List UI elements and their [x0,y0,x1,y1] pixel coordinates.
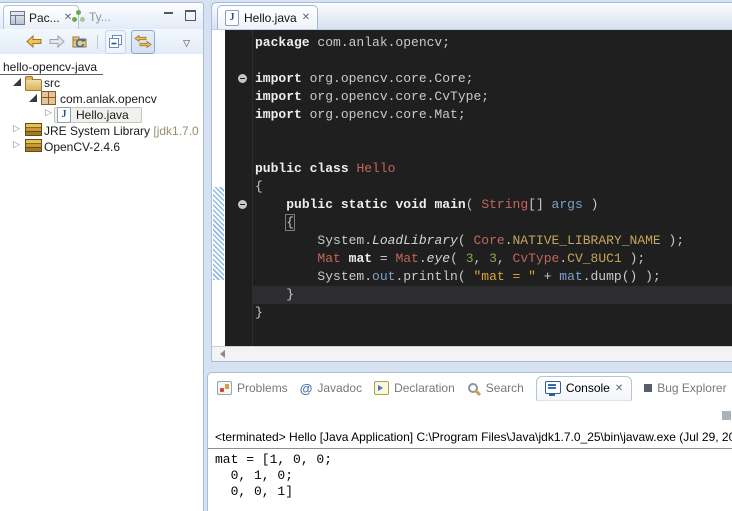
package-icon [41,91,56,105]
code-line: System.LoadLibrary( Core.NATIVE_LIBRARY_… [253,232,732,250]
console-output[interactable]: mat = [1, 0, 0; 0, 1, 0; 0, 0, 1] [215,452,332,500]
bottom-tabbar: Problems Javadoc Declaration Search Console B… [208,373,732,403]
search-icon [467,382,481,395]
toolbar-separator [97,35,98,49]
declaration-icon [374,381,389,395]
expand-closed-icon[interactable] [13,124,20,134]
code-line [253,124,732,142]
code-line: public static void main( String[] args ) [253,196,732,214]
code-line-current: } [253,286,732,304]
tab-label: Console [566,381,610,395]
tab-label: Problems [237,381,288,395]
code-line: import org.opencv.core.Core; [253,70,732,88]
range-indicator [213,187,224,280]
folder-sync-button[interactable] [71,32,90,52]
fold-collapse-icon[interactable] [238,74,247,83]
tab-declaration[interactable]: Declaration [374,381,455,395]
java-file-icon [57,107,71,123]
tab-javadoc[interactable]: Javadoc [300,381,362,396]
back-button[interactable] [25,32,43,52]
eclipse-window: Pac... Ty... [0,0,732,511]
code-line: package com.anlak.opencv; [253,34,732,52]
editor-body: package com.anlak.opencv; import org.open… [212,30,732,347]
project-tree: hello-opencv-java srccom.anlak.opencv Hell… [0,54,203,155]
code-line: { [253,178,732,196]
folding-gutter[interactable] [225,30,253,347]
tab-label: Bug Explorer [657,381,726,395]
tree-item-label: OpenCV-2.4.6 [44,140,120,154]
tree-item[interactable]: Hello.java [0,107,203,123]
console-status-line: <terminated> Hello [Java Application] C:… [215,430,732,444]
tab-label: Javadoc [317,381,362,395]
view-window-buttons [164,10,196,21]
code-line: } [253,304,732,322]
tab-problems[interactable]: Problems [217,381,288,395]
tree-item[interactable]: com.anlak.opencv [0,91,203,107]
editor-panel: Hello.java package com.anlak.opencv; impo… [211,2,732,362]
tree-item-decoration: [jdk1.7.0 [153,124,198,138]
code-line [253,142,732,160]
minimize-icon[interactable] [164,11,174,20]
view-tabbar: Pac... Ty... [0,3,203,29]
close-icon[interactable] [302,12,310,23]
javadoc-icon [300,381,313,396]
fold-collapse-icon[interactable] [238,200,247,209]
package-folder-icon [25,79,42,91]
maximize-icon[interactable] [185,10,196,21]
tab-console[interactable]: Console [536,376,632,401]
editor-tab-label: Hello.java [244,11,297,25]
code-line [253,52,732,70]
package-explorer-panel: Pac... Ty... [0,2,204,511]
scroll-left-icon[interactable] [216,350,225,358]
tree-item[interactable]: JRE System Library [jdk1.7.0 [0,123,203,139]
view-menu-icon[interactable] [182,32,191,52]
tab-label: Ty... [89,10,111,24]
bug-icon [644,384,652,392]
expand-open-icon[interactable] [13,78,21,86]
toolbar-button-partial[interactable] [722,411,731,420]
tab-label: Declaration [394,381,455,395]
expand-closed-icon[interactable] [45,108,52,118]
tab-label: Search [486,381,524,395]
code-line: import org.opencv.core.Mat; [253,106,732,124]
tab-hello-java[interactable]: Hello.java [217,5,318,29]
horizontal-scrollbar[interactable] [212,346,732,361]
tree-item-label: src [44,76,60,90]
library-icon [25,139,42,152]
tab-bug-explorer[interactable]: Bug Explorer [644,381,726,395]
code-line: public class Hello [253,160,732,178]
code-line: System.out.println( "mat = " + mat.dump(… [253,268,732,286]
tree-item[interactable]: OpenCV-2.4.6 [0,139,203,155]
code-editor[interactable]: package com.anlak.opencv; import org.open… [253,30,732,347]
library-icon [25,123,42,136]
tree-item-label: JRE System Library [jdk1.7.0 [44,124,199,138]
code-line: { [253,214,732,232]
type-hierarchy-icon [72,10,85,23]
code-line: import org.opencv.core.CvType; [253,88,732,106]
code-line: Mat mat = Mat.eye( 3, 3, CvType.CV_8UC1 … [253,250,732,268]
tree-item-label: com.anlak.opencv [60,92,157,106]
console-icon [545,381,561,394]
tree-item-label: Hello.java [76,108,129,122]
project-root-label: hello-opencv-java [3,60,97,74]
expand-closed-icon[interactable] [13,140,20,150]
package-explorer-icon [10,11,25,25]
console-panel: Problems Javadoc Declaration Search Console B… [207,372,732,511]
tree-item[interactable]: hello-opencv-java [0,59,203,75]
close-icon[interactable] [615,383,623,394]
tree-item[interactable]: src [0,75,203,91]
collapse-all-button[interactable] [105,30,126,54]
link-with-editor-button[interactable] [131,30,155,54]
problems-icon [217,381,232,395]
console-separator [208,448,732,449]
annotation-ruler[interactable] [212,30,225,347]
tab-search[interactable]: Search [467,381,524,395]
editor-tabbar: Hello.java [212,3,732,30]
tab-label: Pac... [29,11,60,25]
java-file-icon [225,10,239,26]
expand-open-icon[interactable] [29,94,37,102]
forward-button[interactable] [48,32,66,52]
tab-type-hierarchy[interactable]: Ty... [66,5,117,28]
view-toolbar [0,29,203,54]
